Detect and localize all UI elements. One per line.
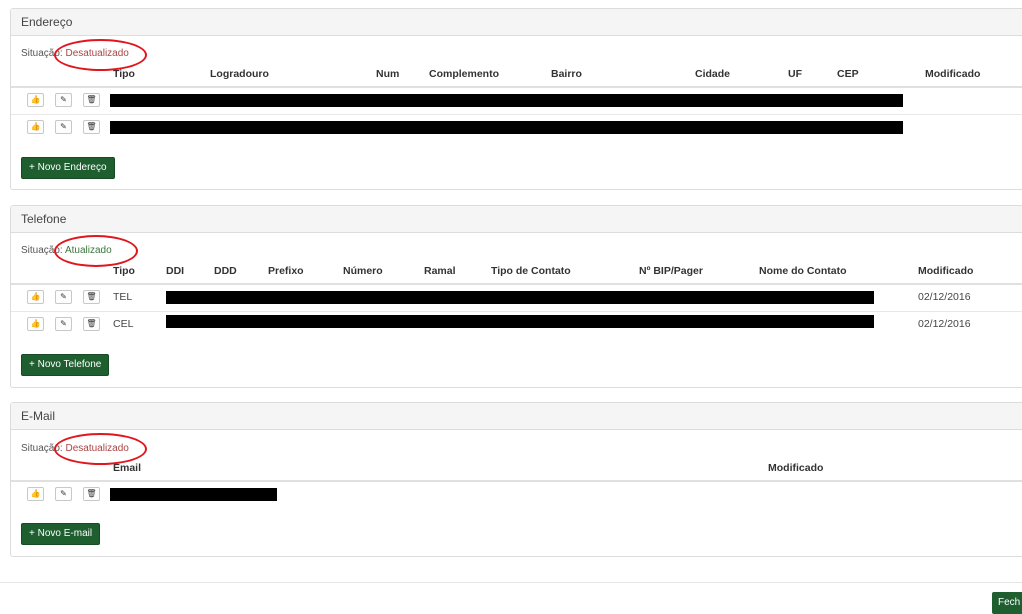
col-modificado: Modificado [925,68,981,80]
col-bip-pager: Nº BIP/Pager [639,265,703,277]
footer-divider [0,582,1022,583]
col-tipo-contato: Tipo de Contato [491,265,571,277]
col-modificado: Modificado [768,462,824,474]
col-tipo: Tipo [113,265,135,277]
col-ddd: DDD [214,265,237,277]
col-logradouro: Logradouro [210,68,269,80]
thumbs-up-icon[interactable]: 👍 [27,120,44,134]
pencil-icon[interactable]: ✎ [55,290,72,304]
redacted-address [110,94,903,107]
col-cidade: Cidade [695,68,731,80]
thumbs-up-icon[interactable]: 👍 [27,290,44,304]
thumbs-up-icon[interactable]: 👍 [27,487,44,501]
redacted-phone [166,291,874,304]
col-bairro: Bairro [551,68,582,80]
thumbs-up-icon[interactable]: 👍 [27,317,44,331]
highlight-circle [54,235,138,267]
pencil-icon[interactable]: ✎ [55,93,72,107]
col-numero: Número [343,265,383,277]
telefone-panel-title: Telefone [11,206,1022,233]
pencil-icon[interactable]: ✎ [55,317,72,331]
phone-type: CEL [113,318,134,330]
close-button[interactable]: Fech [992,592,1022,614]
telefone-panel: Telefone Situação: Atualizado Tipo DDI D… [10,205,1022,388]
col-complemento: Complemento [429,68,500,80]
endereco-panel: Endereço Situação: Desatualizado Tipo Lo… [10,8,1022,190]
table-header-divider [11,86,1022,88]
col-uf: UF [788,68,802,80]
col-modificado: Modificado [918,265,974,277]
trash-icon[interactable]: 🗑 [83,93,100,107]
redacted-phone [166,315,874,328]
table-header-divider [11,283,1022,285]
redacted-address [110,121,903,134]
new-endereco-button[interactable]: + Novo Endereço [21,157,115,179]
trash-icon[interactable]: 🗑 [83,120,100,134]
col-prefixo: Prefixo [268,265,304,277]
pencil-icon[interactable]: ✎ [55,120,72,134]
redacted-email [110,488,277,501]
col-cep: CEP [837,68,859,80]
email-panel-title: E-Mail [11,403,1022,430]
table-header-divider [11,480,1022,482]
highlight-circle [54,39,147,71]
endereco-panel-title: Endereço [11,9,1022,36]
col-ddi: DDI [166,265,185,277]
trash-icon[interactable]: 🗑 [83,317,100,331]
trash-icon[interactable]: 🗑 [83,290,100,304]
modified-date: 02/12/2016 [918,318,971,330]
trash-icon[interactable]: 🗑 [83,487,100,501]
col-num: Num [376,68,400,80]
new-email-button[interactable]: + Novo E-mail [21,523,101,545]
pencil-icon[interactable]: ✎ [55,487,72,501]
table-row-divider [11,311,1022,312]
email-panel: E-Mail Situação: Desatualizado Email Mod… [10,402,1022,557]
new-telefone-button[interactable]: + Novo Telefone [21,354,110,376]
modified-date: 02/12/2016 [918,291,971,303]
thumbs-up-icon[interactable]: 👍 [27,93,44,107]
phone-type: TEL [113,291,133,303]
col-ramal: Ramal [424,265,456,277]
table-row-divider [11,114,1022,115]
highlight-circle [54,433,147,465]
col-nome-contato: Nome do Contato [759,265,847,277]
